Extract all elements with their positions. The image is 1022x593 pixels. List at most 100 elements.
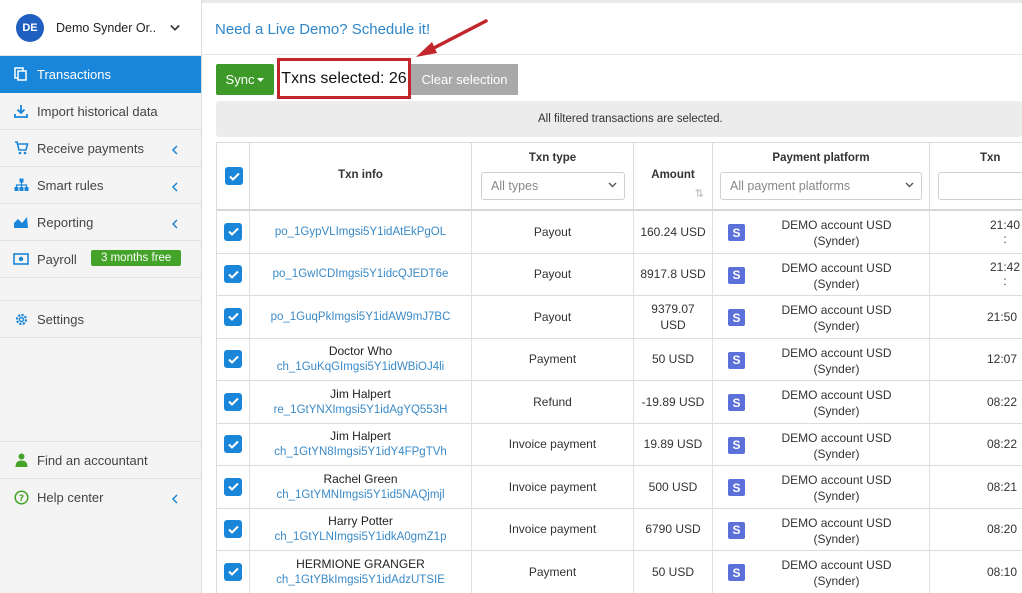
txn-type-cell: Payout xyxy=(472,296,634,338)
sidebar-item-reporting[interactable]: Reporting xyxy=(0,204,201,241)
txn-time-cell: 08:22 xyxy=(930,381,1022,423)
sidebar-item-settings[interactable]: Settings xyxy=(0,301,201,338)
header-select-all xyxy=(217,143,250,210)
sidebar-item-label: Payroll xyxy=(37,251,77,267)
table-row[interactable]: po_1GwICDImgsi5Y1idcQJEDT6e Payout 8917.… xyxy=(217,253,1022,296)
amount: 50 USD xyxy=(651,564,695,579)
sidebar-item-import[interactable]: Import historical data xyxy=(0,93,201,130)
stripe-icon: S xyxy=(728,394,745,411)
amount: -19.89 USD xyxy=(641,394,705,409)
header-txn-info-label: Txn info xyxy=(338,169,383,181)
payment-platform-cell: S DEMO account USD (Synder) xyxy=(713,211,930,253)
row-checkbox[interactable] xyxy=(224,265,242,284)
txn-time: 21:40 : xyxy=(989,217,1021,246)
amount-cell: 8917.8 USD xyxy=(634,253,713,295)
header-amount[interactable]: Amount ⇅ xyxy=(634,143,713,210)
sync-label: Sync xyxy=(225,72,255,87)
txn-info-cell: Harry Potter ch_1GtYLNImgsi5Y1idkA0gmZ1p xyxy=(250,508,472,550)
sidebar-item-receive-payments[interactable]: Receive payments xyxy=(0,130,201,167)
txn-type: Payout xyxy=(533,224,572,239)
table-row[interactable]: Jim Halpert re_1GtYNXImgsi5Y1idAgYQ553H … xyxy=(217,381,1022,424)
payment-platform-name: DEMO account USD (Synder) xyxy=(781,558,892,588)
sidebar-item-find-accountant[interactable]: Find an accountant xyxy=(0,442,201,479)
txn-type-filter[interactable]: All types xyxy=(481,172,625,200)
select-all-checkbox[interactable] xyxy=(225,167,243,185)
customer-name: Doctor Who xyxy=(328,344,393,359)
payment-platform-name: DEMO account USD (Synder) xyxy=(781,430,892,461)
header-txn-info: Txn info xyxy=(250,143,472,210)
org-name: Demo Synder Or... xyxy=(56,20,156,35)
txn-info-cell: po_1GuqPkImgsi5Y1idAW9mJ7BC xyxy=(250,296,472,338)
row-checkbox[interactable] xyxy=(224,562,242,581)
txn-id-link[interactable]: re_1GtYNXImgsi5Y1idAgYQ553H xyxy=(274,402,448,418)
txn-type: Invoice payment xyxy=(508,437,597,452)
table-row[interactable]: po_1GypVLImgsi5Y1idAtEkPgOL Payout 160.2… xyxy=(217,211,1022,254)
amount: 50 USD xyxy=(651,352,695,367)
header-amount-label: Amount xyxy=(651,169,695,181)
check-icon xyxy=(227,313,239,322)
txn-time-cell: 12:07 xyxy=(930,339,1022,381)
txn-info-cell: Jim Halpert ch_1GtYN8Imgsi5Y1idY4FPgTVh xyxy=(250,423,472,465)
txns-selected-count: Txns selected: 26 xyxy=(277,58,411,99)
sidebar-item-payroll[interactable]: Payroll 3 months free xyxy=(0,241,201,278)
customer-name: Harry Potter xyxy=(328,514,393,529)
row-checkbox[interactable] xyxy=(224,307,242,326)
sidebar-item-smart-rules[interactable]: Smart rules xyxy=(0,167,201,204)
txn-id-link[interactable]: po_1GuqPkImgsi5Y1idAW9mJ7BC xyxy=(271,309,451,325)
chevron-left-icon[interactable] xyxy=(171,180,178,195)
row-checkbox[interactable] xyxy=(224,435,242,454)
amount-cell: 50 USD xyxy=(634,338,713,380)
header-txn-type: Txn type All types xyxy=(472,143,634,210)
payment-platform-cell: S DEMO account USD (Synder) xyxy=(713,551,930,593)
txn-id-link[interactable]: ch_1GtYN8Imgsi5Y1idY4FPgTVh xyxy=(274,444,447,460)
txn-id-link[interactable]: ch_1GuKqGImgsi5Y1idWBiOJ4li xyxy=(277,359,444,375)
chevron-left-icon[interactable] xyxy=(171,492,178,507)
sidebar-item-label: Import historical data xyxy=(37,103,158,119)
stripe-icon: S xyxy=(728,351,745,369)
txn-id-link[interactable]: ch_1GtYMNImgsi5Y1id5NAQjmjl xyxy=(276,487,444,503)
chevron-down-icon[interactable] xyxy=(170,23,180,33)
sidebar-item-transactions[interactable]: Transactions xyxy=(0,56,201,93)
sidebar-item-label: Find an accountant xyxy=(37,452,148,468)
txn-id-link[interactable]: ch_1GtYBkImgsi5Y1idAdzUTSIE xyxy=(276,572,445,588)
txn-id-link[interactable]: po_1GypVLImgsi5Y1idAtEkPgOL xyxy=(275,224,446,240)
row-checkbox[interactable] xyxy=(224,392,242,411)
chevron-left-icon[interactable] xyxy=(171,217,178,232)
payment-platform-filter[interactable]: All payment platforms xyxy=(720,172,922,200)
table-row[interactable]: Doctor Who ch_1GuKqGImgsi5Y1idWBiOJ4li P… xyxy=(217,338,1022,381)
amount: 500 USD xyxy=(648,479,698,494)
customer-name: Rachel Green xyxy=(323,471,398,486)
row-select-cell xyxy=(217,551,250,593)
check-icon xyxy=(227,355,239,364)
selection-notice: All filtered transactions are selected. xyxy=(216,101,1022,137)
row-checkbox[interactable] xyxy=(224,520,242,539)
txn-id-link[interactable]: po_1GwICDImgsi5Y1idcQJEDT6e xyxy=(273,266,449,282)
sync-button[interactable]: Sync xyxy=(216,64,274,95)
live-demo-link[interactable]: Need a Live Demo? Schedule it! xyxy=(215,21,430,38)
header-platform-label: Payment platform xyxy=(772,152,870,164)
stripe-icon: S xyxy=(728,479,745,496)
table-row[interactable]: Harry Potter ch_1GtYLNImgsi5Y1idkA0gmZ1p… xyxy=(217,508,1022,551)
txn-type-cell: Payout xyxy=(472,211,634,253)
payment-platform-cell: S DEMO account USD (Synder) xyxy=(713,296,930,338)
row-checkbox[interactable] xyxy=(224,477,242,496)
amount: 160.24 USD xyxy=(640,224,706,239)
table-row[interactable]: Rachel Green ch_1GtYMNImgsi5Y1id5NAQjmjl… xyxy=(217,466,1022,509)
payment-platform-cell: S DEMO account USD (Synder) xyxy=(713,423,930,465)
txn-id-link[interactable]: ch_1GtYLNImgsi5Y1idkA0gmZ1p xyxy=(275,529,447,545)
row-checkbox[interactable] xyxy=(224,350,242,369)
table-row[interactable]: HERMIONE GRANGER ch_1GtYBkImgsi5Y1idAdzU… xyxy=(217,551,1022,593)
org-switcher[interactable]: DE Demo Synder Or... xyxy=(0,0,201,56)
txn-type: Payment xyxy=(528,564,577,579)
table-row[interactable]: Jim Halpert ch_1GtYN8Imgsi5Y1idY4FPgTVh … xyxy=(217,423,1022,466)
txn-info-cell: Rachel Green ch_1GtYMNImgsi5Y1id5NAQjmjl xyxy=(250,466,472,508)
row-select-cell xyxy=(217,296,250,338)
sort-icon[interactable]: ⇅ xyxy=(695,187,704,200)
table-row[interactable]: po_1GuqPkImgsi5Y1idAW9mJ7BC Payout 9379.… xyxy=(217,296,1022,339)
sidebar-item-help-center[interactable]: ? Help center xyxy=(0,479,201,516)
chevron-left-icon[interactable] xyxy=(171,143,178,158)
clear-selection-button[interactable]: Clear selection xyxy=(411,64,518,95)
row-checkbox[interactable] xyxy=(224,222,242,241)
date-filter-input[interactable] xyxy=(938,172,1022,200)
transactions-icon xyxy=(13,66,29,82)
